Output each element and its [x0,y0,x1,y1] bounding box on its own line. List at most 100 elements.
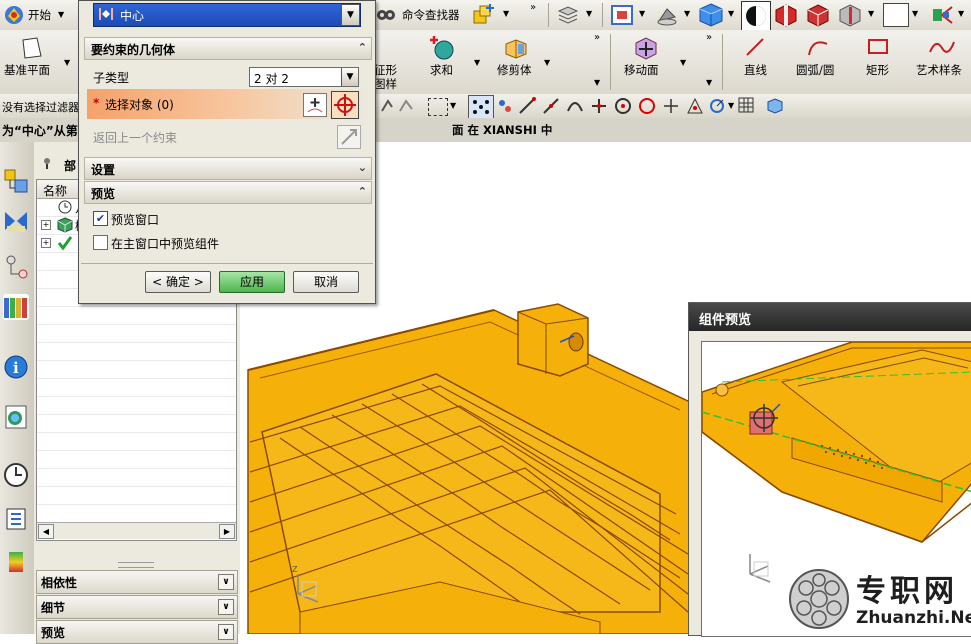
previous-constraint-label[interactable]: 返回上一个约束 [93,129,177,146]
ok-button[interactable]: < 确定 > [145,271,211,293]
move-face-button[interactable]: 移动面 [624,62,659,78]
pin-icon[interactable] [40,156,54,170]
snap-intersection-icon[interactable] [590,97,608,115]
shaded-cube-icon[interactable] [698,2,724,28]
toolbar-overflow-icon[interactable]: » [706,32,712,43]
preview-window-titlebar[interactable]: 组件预览 [689,303,971,331]
subtype-dropdown-arrow[interactable]: ▼ [341,68,358,86]
assembly-add-icon[interactable] [472,2,496,26]
snap-tools-icon[interactable] [380,97,416,115]
snap-pole-icon[interactable] [708,97,726,115]
web-browser-tab-icon[interactable] [3,404,29,430]
dropdown-icon[interactable]: ▼ [544,58,550,67]
snap-point-on-face-icon[interactable] [686,97,704,115]
dropdown-icon[interactable]: ▼ [64,58,70,67]
dropdown-icon[interactable]: ▼ [706,78,712,87]
dropdown-icon[interactable]: ▼ [680,58,686,67]
constraint-navigator-tab-icon[interactable] [3,208,29,234]
collapse-icon[interactable]: ⌃ [358,41,367,54]
fit-view-icon[interactable] [610,3,634,27]
system-materials-tab-icon[interactable] [3,506,29,532]
dropdown-icon[interactable]: ▼ [728,9,734,18]
collapse-icon[interactable]: ⌃ [358,185,367,198]
scroll-right-icon[interactable]: ▶ [219,524,235,539]
expand-panel-icon[interactable]: ∨ [218,624,234,640]
snap-control-point-icon[interactable] [566,97,584,115]
splitter-handle[interactable] [118,562,154,568]
start-dropdown-icon[interactable]: ▼ [58,10,64,19]
check-icon[interactable] [57,235,73,251]
process-studio-tab-icon[interactable] [3,548,29,574]
rectangle-select-icon[interactable] [428,98,448,116]
assembly-navigator-tab-icon[interactable] [3,168,29,194]
history-tab-icon[interactable] [3,462,29,488]
start-menu-button[interactable]: 开始 [28,7,51,23]
snap-existing-point-icon[interactable] [496,97,514,115]
line-button[interactable]: 直线 [744,62,767,78]
dropdown-icon[interactable]: ▼ [503,9,509,18]
selection-filter-label[interactable]: 没有选择过滤器 [2,99,79,115]
edit-section-icon[interactable] [806,3,830,27]
dropdown-icon[interactable]: ▼ [586,9,592,18]
part-navigator-tab-icon[interactable] [3,254,29,280]
snap-point-toggle-icon[interactable] [468,95,494,119]
expand-panel-icon[interactable]: ∨ [218,574,234,590]
subtype-dropdown[interactable]: 2 对 2 ▼ [249,67,359,87]
wcs-icon[interactable] [930,3,954,27]
constraint-type-dropdown[interactable]: 中心 [93,3,361,27]
studio-spline-button[interactable]: 艺术样条 [916,62,962,78]
arc-circle-button[interactable]: 圆弧/圆 [796,62,834,78]
previous-constraint-icon[interactable] [337,125,361,149]
unite-button[interactable]: 求和 [430,62,453,78]
pattern-button[interactable]: 图样 [374,76,397,92]
horizontal-scrollbar[interactable]: ◀ ▶ [37,522,236,539]
clip-section-icon[interactable] [838,3,862,27]
preview-window-checkbox[interactable]: ✔ [93,211,108,226]
geometry-group-header[interactable]: 要约束的几何体 ⌃ [84,37,372,60]
scroll-left-icon[interactable]: ◀ [38,524,54,539]
grid-icon[interactable] [738,97,754,113]
snap-mid-point-icon[interactable] [542,97,560,115]
color-swatch-icon[interactable] [883,3,909,27]
dropdown-icon[interactable]: ▼ [912,9,918,18]
expand-icon[interactable]: + [41,238,51,248]
dropdown-icon[interactable]: ▼ [474,58,480,67]
background-toggle-icon[interactable] [741,1,771,31]
command-finder-button[interactable]: 命令查找器 [402,7,460,23]
expand-icon[interactable]: ⌄ [358,161,367,174]
cancel-button[interactable]: 取消 [293,271,359,293]
snap-end-point-icon[interactable] [518,97,536,115]
reuse-library-tab-icon[interactable] [3,294,29,320]
dropdown-icon[interactable]: ▼ [684,9,690,18]
name-column-header[interactable]: 名称 [43,182,67,199]
snap-quadrant-icon[interactable] [638,97,656,115]
dropdown-icon[interactable]: ▼ [958,9,964,18]
dropdown-icon[interactable]: ▼ [450,101,456,110]
help-tab-icon[interactable]: i [3,354,29,380]
dropdown-icon[interactable]: ▼ [728,101,734,110]
orient-view-icon[interactable] [655,3,679,27]
select-object-row[interactable]: * 选择对象 (0) [87,89,367,119]
settings-group-header[interactable]: 设置 ⌄ [84,157,372,180]
toolbar-overflow-icon[interactable]: » [530,2,536,13]
preview-panel-header[interactable]: 预览 ∨ [36,620,238,644]
add-selection-icon[interactable] [303,93,327,117]
section-view-icon[interactable] [774,3,798,27]
dropdown-icon[interactable]: ▼ [594,78,600,87]
select-crosshair-icon[interactable] [331,91,359,119]
expand-panel-icon[interactable]: ∨ [218,599,234,615]
preview-in-main-checkbox[interactable] [93,235,108,250]
dropdown-icon[interactable]: ▼ [639,9,645,18]
snap-arc-center-icon[interactable] [614,97,632,115]
constraint-type-dropdown-arrow[interactable]: ▼ [341,4,360,26]
datum-plane-button[interactable]: 基准平面 [4,62,50,78]
apply-button[interactable]: 应用 [219,271,285,293]
trim-body-button[interactable]: 修剪体 [497,62,532,78]
dropdown-icon[interactable]: ▼ [868,9,874,18]
toolbar-overflow-icon[interactable]: » [594,32,600,43]
snap-point-on-curve-icon[interactable] [662,97,680,115]
rectangle-button[interactable]: 矩形 [866,62,889,78]
layer-settings-icon[interactable] [556,3,580,27]
preview-group-header[interactable]: 预览 ⌃ [84,181,372,204]
dependencies-panel-header[interactable]: 相依性 ∨ [36,570,238,594]
